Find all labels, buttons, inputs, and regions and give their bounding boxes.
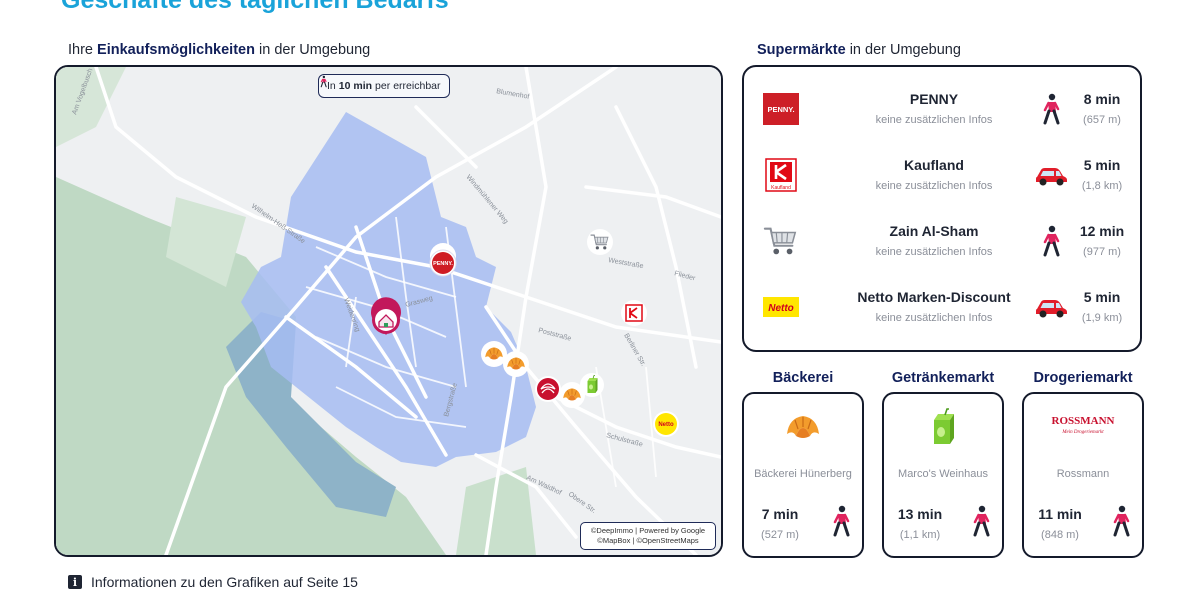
badge-mid: per [375, 80, 391, 92]
category-card-drogeriemarkt[interactable]: ROSSMANN Mein Drogeriemarkt Rossmann 11 … [1022, 392, 1144, 558]
supermarket-distance: (1,8 km) [1081, 180, 1123, 192]
kaufland-logo-text: Kaufland [771, 185, 791, 191]
category-title-getraenkemarkt: Getränkemarkt [891, 370, 995, 386]
rossmann-pin[interactable] [535, 376, 561, 402]
netto-pin[interactable]: Netto [653, 411, 679, 437]
walking-person-icon [973, 505, 990, 537]
supermarket-info: keine zusätzlichen Infos [875, 246, 993, 258]
category-title-drogeriemarkt: Drogeriemarkt [1033, 370, 1133, 386]
kaufland-logo: Kaufland [765, 158, 797, 192]
supermarket-name: Kaufland [904, 157, 964, 173]
supermarket-distance: (1,9 km) [1081, 312, 1123, 324]
netto-logo: Netto [658, 422, 674, 428]
attribution-line-1: ©DeepImmo | Powered by Google [590, 526, 706, 535]
map-heading-prefix: Ihre [68, 42, 93, 58]
badge-time: 10 min [338, 80, 373, 92]
category-card-baeckerei[interactable]: Bäckerei Hünerberg 7 min (527 m) [742, 392, 864, 558]
supermarket-row-penny[interactable]: PENNY. PENNY keine zusätzlichen Infos 8 … [744, 79, 1140, 139]
category-card-getraenkemarkt[interactable]: Marco's Weinhaus 13 min (1,1 km) [882, 392, 1004, 558]
footnote-text: Informationen zu den Grafiken auf Seite … [91, 574, 358, 590]
supermarket-row-zain-al-sham[interactable]: Zain Al-Sham keine zusätzlichen Infos 12… [744, 211, 1140, 271]
badge-suffix: erreichbar [393, 80, 441, 92]
attribution-line-2: ©MapBox | ©OpenStreetMaps [597, 536, 699, 545]
category-place-name: Bäckerei Hünerberg [754, 468, 852, 480]
supermarket-distance: (977 m) [1083, 246, 1121, 258]
supermarket-row-kaufland[interactable]: Kaufland Kaufland keine zusätzlichen Inf… [744, 145, 1140, 205]
car-icon [1036, 300, 1067, 318]
croissant-icon [786, 415, 820, 439]
supermarket-time: 5 min [1083, 157, 1121, 173]
rossmann-logo-text: ROSSMANN [1052, 415, 1115, 427]
car-icon [1036, 168, 1067, 186]
map-heading-suffix: in der Umgebung [259, 42, 371, 58]
category-distance: (527 m) [761, 529, 799, 541]
page-title: Geschäfte des täglichen Bedarfs [61, 0, 449, 14]
penny-logo: PENNY. [763, 93, 799, 125]
badge-prefix: In [327, 80, 336, 92]
walking-person-icon [1043, 225, 1060, 257]
walking-person-icon [1113, 505, 1130, 537]
penny-pin-logo-text: PENNY. [433, 261, 453, 267]
supermarket-name: Zain Al-Sham [889, 223, 979, 239]
walking-person-icon [320, 75, 327, 88]
supermarket-time: 12 min [1079, 223, 1125, 239]
rossmann-logo-subtext: Mein Drogeriemarkt [1061, 430, 1104, 435]
bakery-pin-3[interactable] [559, 382, 585, 408]
info-icon: i [68, 575, 82, 589]
supermarket-info: keine zusätzlichen Infos [875, 312, 993, 324]
rossmann-logo: ROSSMANN Mein Drogeriemarkt [1052, 415, 1115, 435]
penny-logo-text: PENNY. [767, 105, 794, 114]
category-title-baeckerei: Bäckerei [772, 370, 834, 386]
netto-logo-text: Netto [768, 303, 794, 314]
netto-logo: Netto [763, 297, 799, 317]
category-place-name: Rossmann [1056, 468, 1110, 480]
kaufland-pin[interactable] [621, 300, 647, 326]
map-heading-bold: Einkaufsmöglichkeiten [97, 42, 255, 58]
kaufland-logo [625, 304, 643, 322]
supermarkets-heading-suffix: in der Umgebung [849, 42, 961, 58]
supermarket-name: Netto Marken-Discount [857, 289, 1011, 305]
cart-pin[interactable] [587, 229, 613, 255]
category-time: 13 min [897, 506, 943, 522]
supermarkets-heading: Supermärkte in der Umgebung [757, 42, 961, 58]
category-distance: (848 m) [1041, 529, 1079, 541]
penny-pin[interactable]: PENNY. [429, 243, 457, 277]
bakery-pin-2[interactable] [503, 351, 529, 377]
category-distance: (1,1 km) [899, 529, 941, 541]
walking-person-icon [833, 505, 850, 537]
map-section-heading: Ihre Einkaufsmöglichkeiten in der Umgebu… [68, 42, 370, 58]
supermarket-info: keine zusätzlichen Infos [875, 180, 993, 192]
reach-time-badge: In 10 min per erreichbar [318, 74, 450, 98]
supermarkets-heading-bold: Supermärkte [757, 42, 846, 58]
supermarket-name: PENNY [909, 91, 959, 107]
map-canvas[interactable]: Am Vogelbusch Wilhelm-Heß-Straße Grasweg… [56, 67, 721, 555]
category-place-name: Marco's Weinhaus [898, 468, 988, 480]
supermarket-time: 5 min [1083, 289, 1121, 305]
walking-person-icon [1043, 93, 1060, 125]
category-time: 7 min [761, 506, 799, 522]
map-attribution: ©DeepImmo | Powered by Google ©MapBox | … [580, 522, 716, 550]
footnote[interactable]: i Informationen zu den Grafiken auf Seit… [68, 574, 358, 590]
category-time: 11 min [1038, 506, 1082, 522]
shopping-map[interactable]: Am Vogelbusch Wilhelm-Heß-Straße Grasweg… [54, 65, 723, 557]
supermarket-row-netto[interactable]: Netto Netto Marken-Discount keine zusätz… [744, 277, 1140, 337]
shopping-cart-icon [763, 227, 797, 256]
supermarket-time: 8 min [1083, 91, 1121, 107]
drink-carton-icon [933, 408, 955, 445]
supermarket-list: PENNY. PENNY keine zusätzlichen Infos 8 … [742, 65, 1142, 352]
supermarket-distance: (657 m) [1083, 114, 1121, 126]
supermarket-info: keine zusätzlichen Infos [875, 114, 993, 126]
